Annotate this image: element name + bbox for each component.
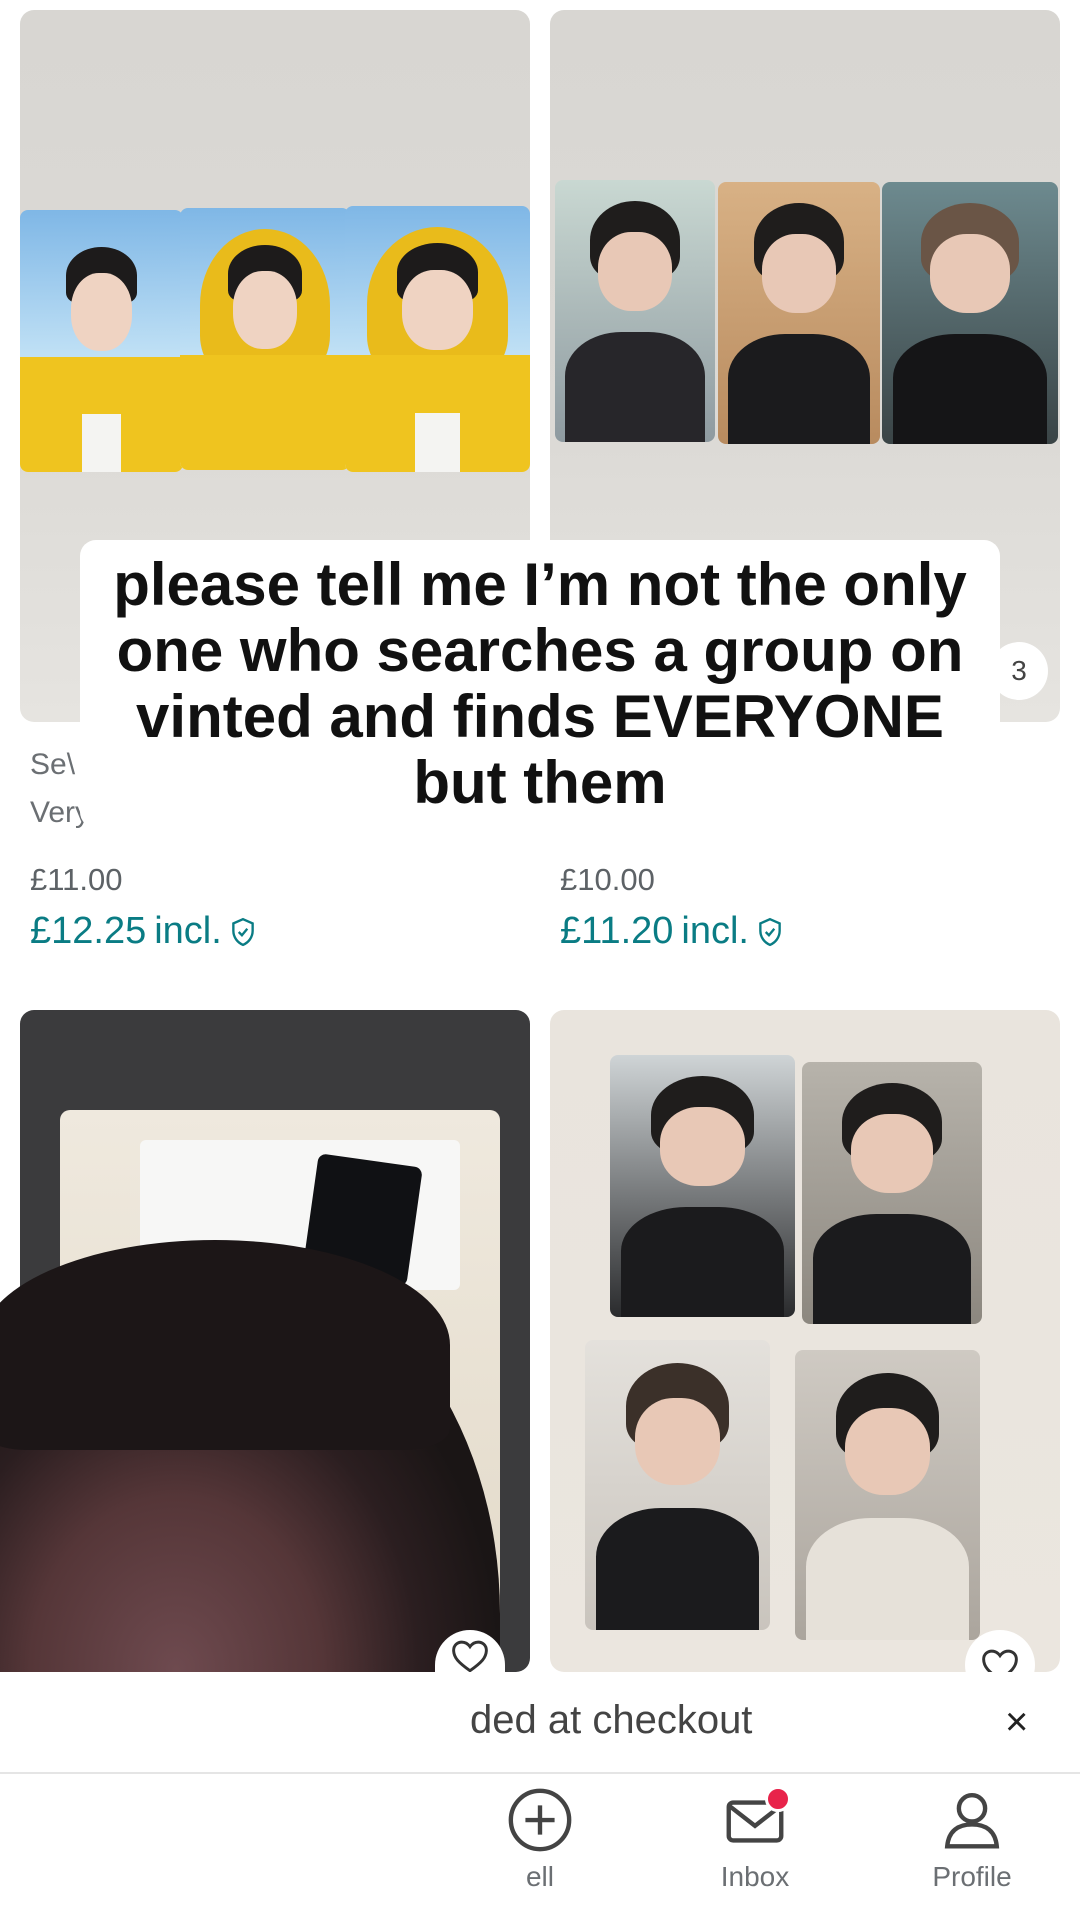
caption-line: vinted and finds EVERYONE [136, 683, 944, 750]
photocard [795, 1350, 980, 1640]
photocard [20, 210, 183, 472]
caption-line: one who searches a group on [116, 617, 964, 684]
nav-profile-label: Profile [932, 1861, 1012, 1892]
photocard [345, 206, 530, 472]
creator-hair [0, 1240, 450, 1450]
caption-line: please tell me I’m not the only [113, 551, 967, 618]
notification-dot [765, 1786, 791, 1812]
nav-sell-label: ell [525, 1861, 554, 1892]
nav-inbox[interactable]: Inbox [675, 1785, 835, 1893]
photocard [180, 208, 350, 470]
price-incl-value: £12.25 [30, 910, 147, 952]
heart-icon [452, 1640, 488, 1673]
shield-check-icon [759, 917, 781, 946]
person-icon [944, 1793, 1000, 1849]
listing-2-price-incl[interactable]: £11.20 incl. [560, 910, 783, 953]
listing-1-price: £11.00 [30, 862, 123, 897]
listing-1-price-incl[interactable]: £12.25 incl. [30, 910, 256, 953]
photocard [718, 182, 880, 444]
banner-text: ded at checkout [470, 1698, 753, 1742]
photocard [610, 1055, 795, 1317]
photocard [882, 182, 1058, 444]
nav-inbox-label: Inbox [720, 1861, 790, 1892]
plus-circle-icon [508, 1788, 572, 1852]
price-incl-label: incl. [154, 910, 222, 952]
nav-sell[interactable]: ell [460, 1785, 620, 1893]
close-icon[interactable]: × [1005, 1700, 1028, 1745]
shield-check-icon [231, 917, 254, 946]
listing-1-title: Se\ [30, 748, 76, 781]
nav-profile[interactable]: Profile [892, 1785, 1052, 1893]
listing-2-price: £10.00 [560, 862, 655, 897]
photocard [555, 180, 715, 442]
listing-4-image[interactable] [550, 1010, 1060, 1672]
photocard [802, 1062, 982, 1324]
caption-line: but them [413, 749, 667, 816]
price-incl-label: incl. [681, 910, 749, 952]
video-caption: please tell me I’m not the only one who … [80, 540, 1000, 828]
photocard [585, 1340, 770, 1630]
price-incl-value: £11.20 [560, 910, 674, 952]
heart-icon [982, 1649, 1018, 1672]
